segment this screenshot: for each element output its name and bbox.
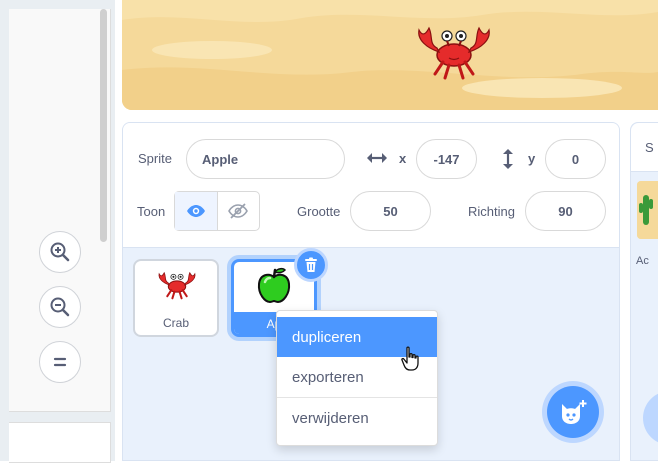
sprite-name-input[interactable]: Apple [186, 139, 345, 179]
x-position-input[interactable]: -147 [416, 139, 477, 179]
stage-pane-header-label: S [645, 140, 654, 155]
zoom-in-icon [50, 242, 70, 262]
zoom-in-button[interactable] [39, 231, 81, 273]
y-label: y [528, 151, 536, 166]
direction-label: Richting [468, 204, 515, 219]
menu-item-delete[interactable]: verwijderen [277, 398, 437, 438]
hide-sprite-button[interactable] [218, 192, 259, 230]
sprite-tile-crab[interactable]: Crab [133, 259, 219, 337]
visibility-toggle [174, 191, 260, 231]
eye-hidden-icon [228, 203, 249, 219]
crab-sprite-on-stage[interactable] [409, 22, 499, 82]
stage-pane-header: S [631, 123, 658, 172]
x-label: x [399, 151, 407, 166]
hand-pointer-icon [401, 346, 419, 371]
y-position-input[interactable]: 0 [545, 139, 606, 179]
crab-thumbnail-icon [158, 271, 196, 300]
sprite-context-menu: dupliceren exporteren verwijderen [276, 310, 438, 446]
code-footer-panel [9, 422, 111, 463]
cat-plus-icon [562, 400, 587, 424]
sprite-label: Sprite [138, 151, 172, 166]
backdrop-thumbnail[interactable] [637, 181, 658, 239]
vertical-arrows-icon [503, 149, 513, 169]
add-sprite-button-inner [547, 386, 599, 438]
horizontal-arrows-icon [367, 153, 387, 163]
size-input[interactable]: 50 [350, 191, 431, 231]
add-backdrop-button[interactable] [643, 391, 658, 445]
add-sprite-button[interactable] [542, 381, 604, 443]
eye-icon [186, 205, 205, 217]
zoom-out-button[interactable] [39, 286, 81, 328]
show-sprite-button[interactable] [175, 192, 218, 230]
zoom-reset-button[interactable] [39, 341, 81, 383]
apple-thumbnail-icon [257, 267, 291, 304]
cactus-icon [637, 181, 658, 239]
size-label: Grootte [297, 204, 341, 219]
zoom-reset-icon [53, 357, 67, 367]
direction-input[interactable]: 90 [525, 191, 606, 231]
stage[interactable] [122, 0, 658, 110]
stage-target-pane: S Ac [630, 122, 658, 461]
trash-icon [305, 257, 317, 272]
stage-backdrop [122, 0, 658, 110]
sprite-info-panel: Sprite Apple x -147 y 0 Toon Grootte 50 … [123, 123, 619, 248]
code-vertical-scrollbar[interactable] [100, 9, 107, 242]
show-label: Toon [137, 204, 166, 219]
sprite-tile-label: Crab [162, 316, 189, 330]
backdrop-label: Ac [636, 255, 649, 267]
delete-sprite-button[interactable] [294, 248, 328, 282]
zoom-out-icon [50, 297, 70, 317]
